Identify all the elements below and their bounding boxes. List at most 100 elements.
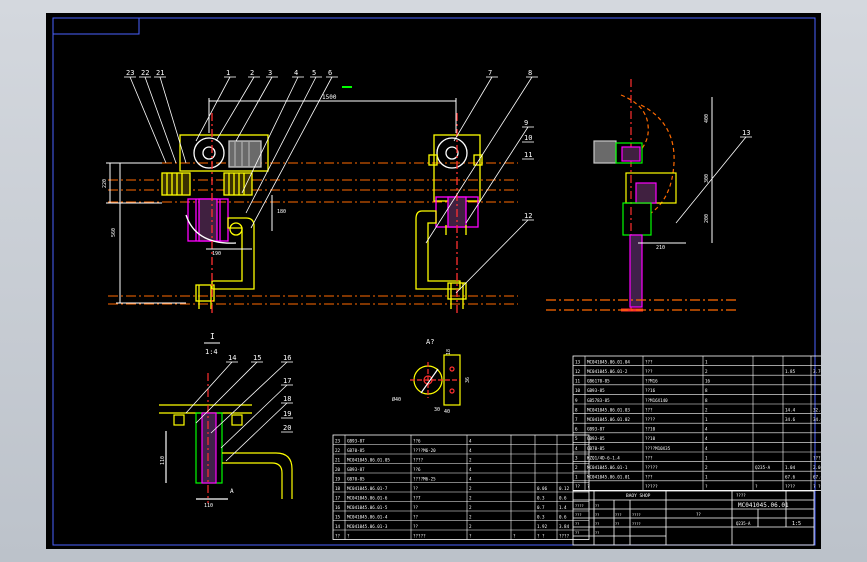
arrow-letter: A (230, 488, 234, 495)
balloon-3: 3 (268, 69, 272, 77)
left-trolley (161, 113, 269, 313)
balloon-14: 14 (228, 354, 236, 362)
table-cell: GB5783-85 (587, 398, 610, 403)
title-block-label: ??? (615, 513, 622, 517)
balloon-1: 1 (226, 69, 230, 77)
parts-list-left: 23 GB93-87 ??6 422 GB70-85 ????M6-20 421 MC0410… (332, 434, 590, 540)
table-cell: 0.3 (537, 514, 545, 519)
table-cell: ? (469, 533, 472, 538)
dim-side-top: 400 (704, 114, 710, 123)
dim-detail-height: 110 (160, 456, 166, 465)
leader-line-12 (455, 219, 529, 294)
table-cell: 1 (705, 455, 708, 460)
table-row: ?????????? ? ????? (335, 533, 570, 538)
leader-line-18 (225, 402, 288, 462)
table-cell: 2 (575, 465, 578, 470)
title-block-label: ?? (595, 513, 599, 517)
table-cell: 8 (575, 407, 578, 412)
table-cell: ??? (645, 455, 653, 460)
table-row: 1 MC041045.06.01.01??? 1 67.6 67.6 (575, 475, 821, 480)
table-cell: ? (587, 484, 590, 489)
table-cell: 4 (705, 436, 708, 441)
table-cell: 5 (575, 436, 578, 441)
table-cell: 12 (575, 369, 581, 374)
balloon-19: 19 (283, 410, 291, 418)
table-cell: 2 (469, 486, 472, 491)
title-block-label: ?? (595, 531, 599, 535)
balloon-16: 16 (283, 354, 291, 362)
table-cell: 0.12 (559, 486, 570, 491)
balloon-12: 12 (524, 212, 532, 220)
table-cell: 8 (705, 388, 708, 393)
table-cell: MC041045.06.01-6 (347, 495, 388, 500)
table-cell: 20 (335, 467, 341, 472)
table-row: 20 GB93-87 ??6 4 (335, 467, 472, 472)
table-row: 12 MC041045.06.01-2??? 2 1.85 3.70 (575, 369, 821, 374)
dim-side-mid: 300 (704, 174, 710, 183)
dim-detail-width: 110 (204, 503, 213, 509)
leader-line-8 (425, 76, 533, 244)
table-cell: GB93-85 (587, 388, 605, 393)
table-cell: 0.06 (537, 486, 548, 491)
table-row: 17 MC041045.06.01-6 ??7 2 0.3 0.6 (335, 495, 567, 500)
table-cell: ? ? (813, 484, 821, 489)
cad-drawing-sheet: 1500 220 560 190 180 400 300 200 210 I 1… (46, 13, 821, 549)
table-cell: ??? (813, 455, 821, 460)
table-row: 2 MC041045.06.01-1????? 2 Q235-A 1.04 2.08 (575, 465, 821, 470)
title-drawing-number: MC041045.06.01 (738, 502, 789, 509)
table-cell: GB93-87 (347, 467, 365, 472)
leader-line-15 (195, 361, 258, 424)
table-cell: ? (347, 533, 350, 538)
leader-line-3 (235, 76, 273, 142)
table-cell: GB70-85 (347, 448, 365, 453)
table-cell: ? (705, 484, 708, 489)
table-cell: ????M6-25 (413, 476, 436, 481)
table-cell: 2 (705, 465, 708, 470)
table-cell: ??M16X140 (645, 398, 668, 403)
dim-d1: 190 (212, 251, 221, 257)
balloon-21: 21 (156, 69, 164, 77)
table-cell: 13 (575, 359, 581, 364)
table-cell: 4 (469, 467, 472, 472)
table-cell: MC041045.06.01-3 (347, 524, 388, 529)
table-row: 6 GB93-87 ??10 4 (575, 427, 708, 432)
table-cell: 67.6 (813, 475, 821, 480)
table-cell: 2 (469, 457, 472, 462)
table-cell: 1 (705, 359, 708, 364)
balloon-6: 6 (328, 69, 332, 77)
balloon-2: 2 (250, 69, 254, 77)
leader-line-13 (675, 136, 747, 224)
table-cell: 0.6 (559, 495, 567, 500)
table-cell: 4 (469, 476, 472, 481)
table-cell: 0.3 (537, 495, 545, 500)
table-row: 3 KZQ1/4D-6-1.4??? 1??? (575, 455, 821, 460)
title-block-label: ???? (632, 522, 641, 526)
table-cell: 10 (575, 388, 581, 393)
table-cell: 1.92 (537, 524, 548, 529)
dim-d2: 180 (277, 209, 286, 215)
cad-drawing: 1500 220 560 190 180 400 300 200 210 I 1… (52, 17, 821, 546)
balloon-15: 15 (253, 354, 261, 362)
title-block-label: ?? (575, 522, 579, 526)
table-cell: MC041045.06.01-2 (587, 369, 628, 374)
table-cell: 3 (575, 455, 578, 460)
table-row: 18 MC041045.06.01-7?? 2 0.06 0.12 (335, 486, 570, 491)
title-block-label: ?? (575, 531, 579, 535)
table-cell: MC041045.06.01.04 (587, 359, 630, 364)
table-cell: 1 (705, 475, 708, 480)
table-row: 13 MC041045.06.01.04??? 1 (575, 359, 708, 364)
detail-label: I (210, 332, 215, 341)
dim-span: 1500 (322, 94, 337, 101)
table-cell: 7 (575, 417, 578, 422)
table-cell: ??16 (645, 388, 656, 393)
screenshot-canvas: 1500 220 560 190 180 400 300 200 210 I 1… (0, 0, 867, 562)
table-cell: ??? (645, 407, 653, 412)
dim-rail-height: 220 (102, 179, 108, 188)
table-cell: 1.85 (785, 369, 796, 374)
table-cell: 14 (335, 524, 341, 529)
table-cell: 2 (705, 369, 708, 374)
table-cell: 17 (335, 495, 341, 500)
table-cell: 16 (705, 379, 711, 384)
table-cell: GB93-87 (347, 438, 365, 443)
table-cell: ??M16 (645, 379, 658, 384)
